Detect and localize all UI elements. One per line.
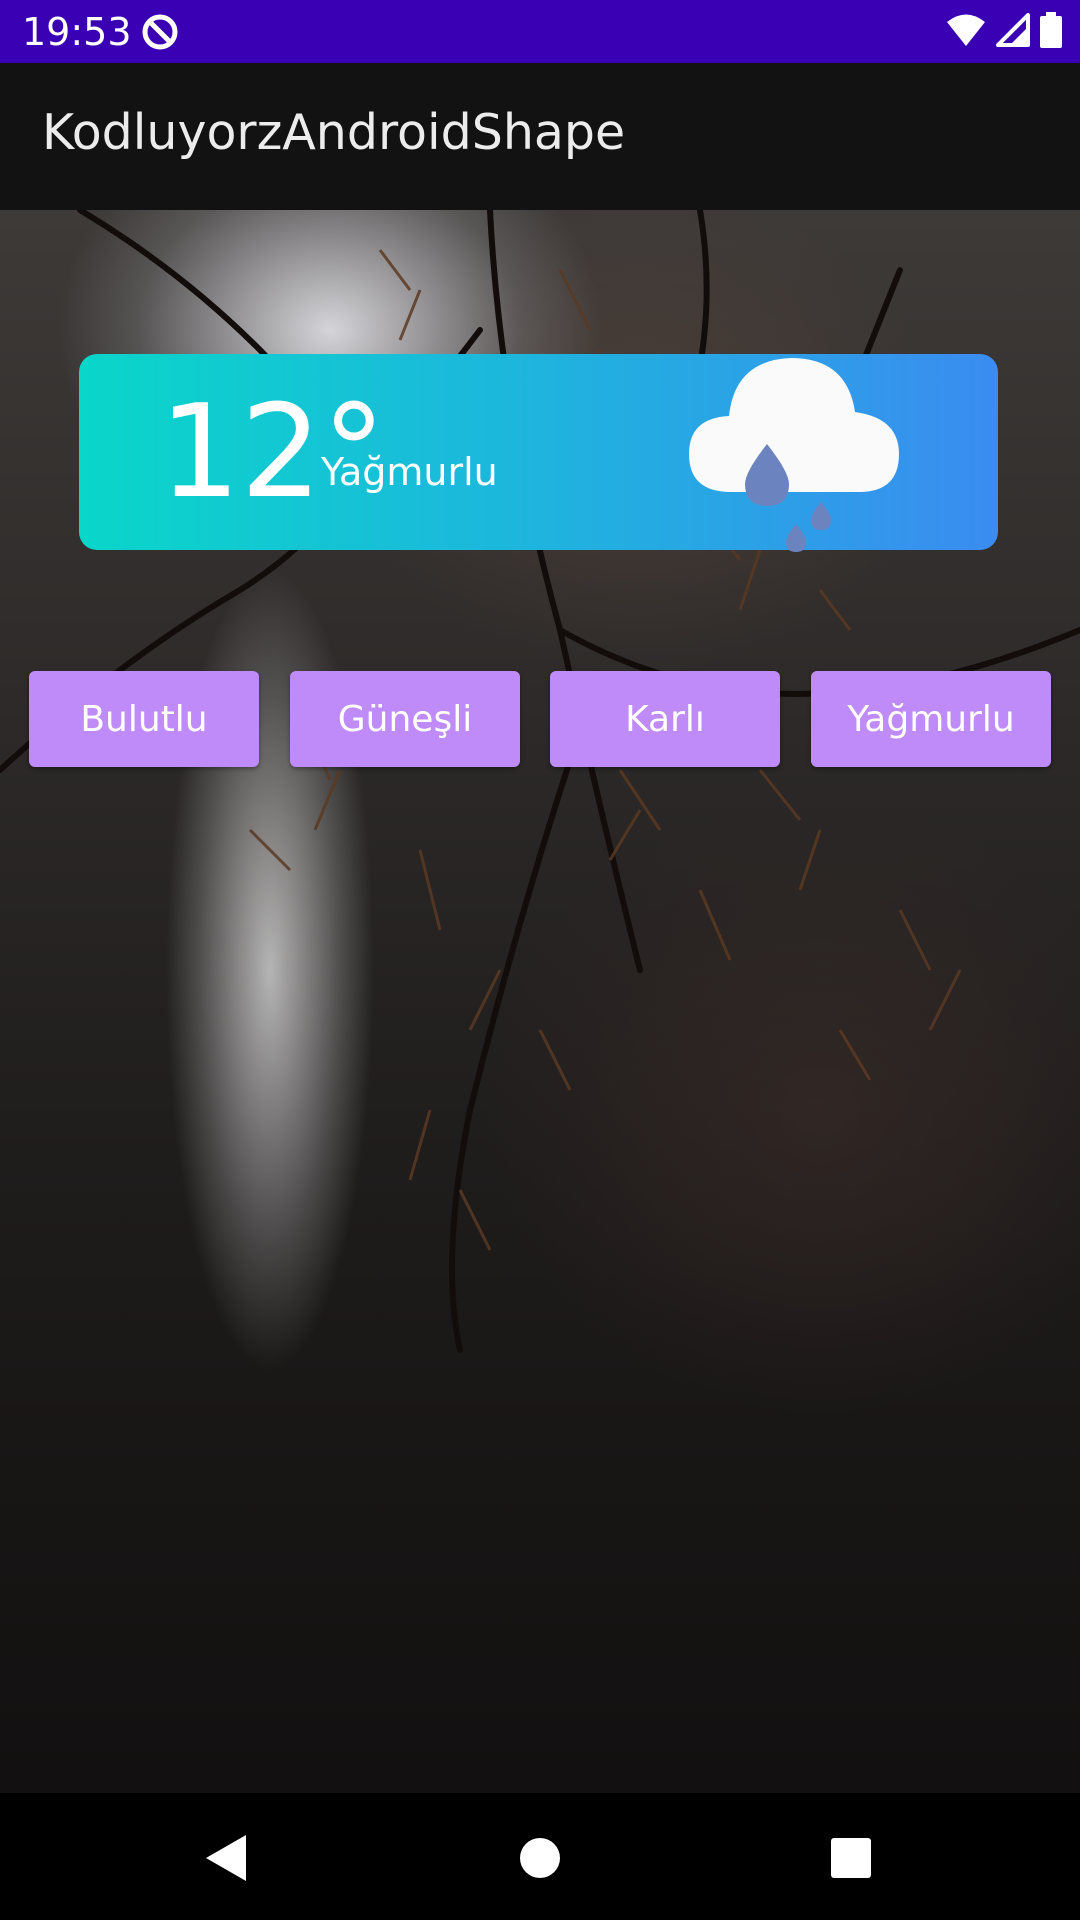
status-bar: 19:53	[0, 0, 1080, 63]
recents-icon[interactable]	[816, 1823, 886, 1893]
battery-icon	[1040, 12, 1062, 48]
rainy-button[interactable]: Yağmurlu	[811, 671, 1051, 767]
app-notification-icon	[142, 14, 178, 50]
background-image: 12° Yağmurlu Bulutlu Güneşli Karlı Yağmu…	[0, 210, 1080, 1793]
navigation-bar	[0, 1793, 1080, 1920]
sunny-button[interactable]: Güneşli	[290, 671, 520, 767]
rain-cloud-icon	[689, 358, 899, 552]
condition-text: Yağmurlu	[321, 450, 498, 494]
snowy-button[interactable]: Karlı	[550, 671, 780, 767]
status-time: 19:53	[22, 10, 132, 54]
app-title: KodluyorzAndroidShape	[42, 104, 626, 161]
app-bar: KodluyorzAndroidShape	[0, 63, 1080, 210]
weather-card: 12° Yağmurlu	[79, 354, 998, 552]
status-icons	[946, 12, 1062, 48]
home-icon[interactable]	[505, 1823, 575, 1893]
cloudy-button[interactable]: Bulutlu	[29, 671, 259, 767]
wifi-icon	[947, 14, 985, 46]
back-icon[interactable]	[190, 1823, 260, 1893]
cellular-signal-icon	[996, 13, 1030, 47]
